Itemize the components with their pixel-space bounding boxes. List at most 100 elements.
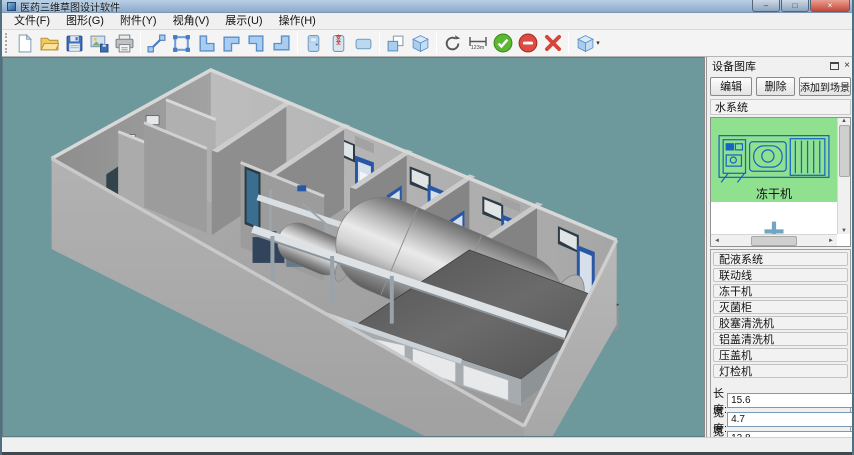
open-folder-icon bbox=[40, 34, 59, 53]
menu-display[interactable]: 展示(U) bbox=[217, 13, 270, 29]
menu-operation[interactable]: 操作(H) bbox=[271, 13, 324, 29]
scroll-down-icon[interactable]: ▼ bbox=[838, 228, 850, 234]
confirm-button[interactable] bbox=[490, 31, 515, 56]
cube-3d-icon bbox=[411, 34, 430, 53]
print-icon bbox=[115, 34, 134, 53]
title-bar: 医药三维草图设计软件 – □ × bbox=[2, 0, 854, 13]
plus-icon: + bbox=[763, 217, 785, 234]
toolbar-separator bbox=[379, 32, 380, 54]
category-freeze-dryer[interactable]: 冻干机 bbox=[713, 284, 848, 298]
maximize-button[interactable]: □ bbox=[781, 0, 809, 12]
category-linkage-line[interactable]: 联动线 bbox=[713, 268, 848, 282]
l-room-bl-button[interactable] bbox=[194, 31, 219, 56]
l-room-tr-button[interactable] bbox=[269, 31, 294, 56]
category-stopper-washer[interactable]: 胶塞清洗机 bbox=[713, 316, 848, 330]
print-button[interactable] bbox=[112, 31, 137, 56]
rotate-icon bbox=[443, 34, 462, 53]
app-window: 医药三维草图设计软件 – □ × 文件(F) 图形(G) 附件(Y) 视角(V)… bbox=[0, 0, 854, 455]
door-tool-button[interactable] bbox=[301, 31, 326, 56]
category-sterilizer[interactable]: 灭菌柜 bbox=[713, 300, 848, 314]
open-file-button[interactable] bbox=[37, 31, 62, 56]
float-panel-icon[interactable] bbox=[830, 62, 839, 70]
window-icon bbox=[354, 34, 373, 53]
gallery-vertical-scrollbar[interactable]: ▲ ▼ bbox=[837, 118, 850, 234]
panel-header: 设备图库 × bbox=[709, 57, 852, 74]
l-room-tl-button[interactable] bbox=[219, 31, 244, 56]
safety-door-label: 安全 bbox=[335, 36, 342, 46]
remove-button[interactable] bbox=[515, 31, 540, 56]
rect-room-icon bbox=[172, 34, 191, 53]
view-3d-button[interactable] bbox=[408, 31, 433, 56]
door-icon bbox=[304, 34, 323, 53]
save-icon bbox=[65, 34, 84, 53]
menu-attachments[interactable]: 附件(Y) bbox=[112, 13, 165, 29]
l-shape-icon bbox=[222, 34, 241, 53]
menu-file[interactable]: 文件(F) bbox=[6, 13, 58, 29]
equipment-library-panel: 设备图库 × 编辑 删除 添加到场景 水系统 bbox=[706, 57, 854, 452]
l-shape-icon bbox=[247, 34, 266, 53]
width-input[interactable] bbox=[727, 412, 854, 427]
draw-rect-room-button[interactable] bbox=[169, 31, 194, 56]
check-circle-icon bbox=[493, 33, 513, 53]
minimize-button[interactable]: – bbox=[752, 0, 780, 12]
cube-3d-icon bbox=[576, 34, 595, 53]
view-2d-button[interactable] bbox=[383, 31, 408, 56]
export-image-button[interactable] bbox=[87, 31, 112, 56]
dimension-row-width: 宽度: bbox=[713, 410, 848, 429]
toolbar-separator bbox=[140, 32, 141, 54]
draw-line-button[interactable] bbox=[144, 31, 169, 56]
toolbar-separator bbox=[297, 32, 298, 54]
3d-viewport[interactable] bbox=[2, 57, 705, 437]
length-input[interactable] bbox=[727, 393, 854, 408]
category-liquid-prep[interactable]: 配液系统 bbox=[713, 252, 848, 266]
rotate-view-button[interactable] bbox=[440, 31, 465, 56]
toolbar-separator bbox=[436, 32, 437, 54]
gallery-add-item[interactable]: + bbox=[711, 202, 837, 234]
category-and-dimensions-box: 配液系统 联动线 冻干机 灭菌柜 胶塞清洗机 铝盖清洗机 压盖机 灯检机 长度:… bbox=[710, 249, 851, 450]
add-to-scene-button[interactable]: 添加到场景 bbox=[799, 77, 851, 96]
cad-drawing-thumbnail bbox=[714, 128, 834, 186]
gallery-horizontal-scrollbar[interactable]: ◄ ► bbox=[711, 234, 837, 246]
section-header-water-system[interactable]: 水系统 bbox=[710, 99, 851, 115]
menu-view[interactable]: 视角(V) bbox=[165, 13, 218, 29]
toolbar-separator bbox=[568, 32, 569, 54]
3d-viewport-scene[interactable] bbox=[3, 58, 704, 436]
new-file-icon bbox=[15, 34, 34, 53]
scroll-up-icon[interactable]: ▲ bbox=[838, 118, 850, 124]
close-panel-icon[interactable]: × bbox=[844, 61, 850, 71]
l-shape-icon bbox=[197, 34, 216, 53]
delete-x-icon bbox=[543, 33, 563, 53]
gallery-item-label: 冻干机 bbox=[756, 186, 792, 202]
chevron-down-icon: ▾ bbox=[596, 39, 600, 47]
app-icon bbox=[7, 2, 16, 11]
model-dropdown-button[interactable]: ▾ bbox=[572, 31, 604, 56]
delete-item-button[interactable]: 删除 bbox=[756, 77, 795, 96]
scroll-right-icon[interactable]: ► bbox=[825, 238, 837, 244]
window-title: 医药三维草图设计软件 bbox=[20, 0, 120, 14]
category-cap-washer[interactable]: 铝盖清洗机 bbox=[713, 332, 848, 346]
gallery-item-freeze-dryer[interactable]: 冻干机 bbox=[711, 118, 837, 202]
edit-button[interactable]: 编辑 bbox=[710, 77, 752, 96]
new-file-button[interactable] bbox=[12, 31, 37, 56]
category-capping-machine[interactable]: 压盖机 bbox=[713, 348, 848, 362]
vertical-scroll-thumb[interactable] bbox=[839, 125, 850, 177]
toolbar-grip bbox=[5, 33, 9, 53]
menu-bar: 文件(F) 图形(G) 附件(Y) 视角(V) 展示(U) 操作(H) bbox=[2, 13, 854, 30]
dimension-row-length: 长度: bbox=[713, 391, 848, 410]
l-shape-icon bbox=[272, 34, 291, 53]
toolbar: 安全 123m ▾ bbox=[2, 30, 854, 57]
close-button[interactable]: × bbox=[810, 0, 850, 12]
status-bar bbox=[2, 437, 854, 452]
horizontal-scroll-thumb[interactable] bbox=[751, 236, 797, 246]
save-button[interactable] bbox=[62, 31, 87, 56]
scroll-left-icon[interactable]: ◄ bbox=[711, 238, 723, 244]
category-light-inspector[interactable]: 灯检机 bbox=[713, 364, 848, 378]
safety-door-tool-button[interactable]: 安全 bbox=[326, 31, 351, 56]
menu-graphics[interactable]: 图形(G) bbox=[58, 13, 112, 29]
window-tool-button[interactable] bbox=[351, 31, 376, 56]
delete-button[interactable] bbox=[540, 31, 565, 56]
view-2d-icon bbox=[386, 34, 405, 53]
measure-button[interactable]: 123m bbox=[465, 31, 490, 56]
panel-title: 设备图库 bbox=[712, 58, 830, 74]
l-room-br-button[interactable] bbox=[244, 31, 269, 56]
